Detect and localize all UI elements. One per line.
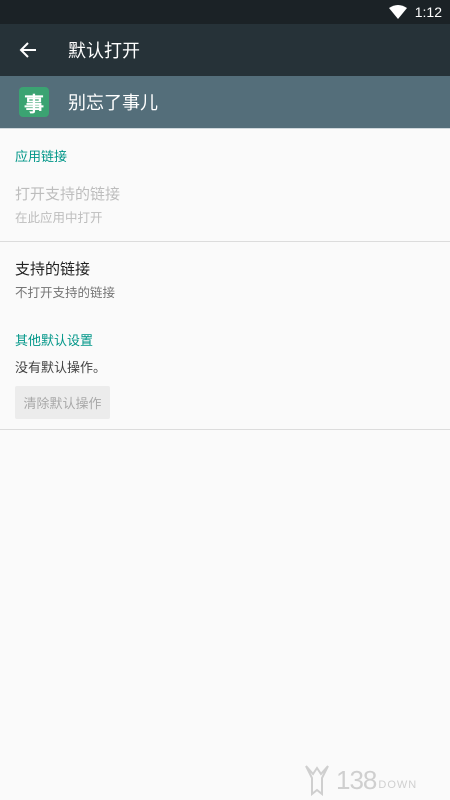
watermark-number: 138 (336, 764, 377, 795)
watermark-suffix: DOWN (378, 779, 418, 791)
pref-title: 支持的链接 (15, 260, 91, 278)
app-bar: 默认打开 (0, 24, 450, 76)
section-title-other-defaults: 其他默认设置 (15, 334, 94, 349)
page-title: 默认打开 (68, 41, 140, 62)
section-title-app-links: 应用链接 (15, 150, 68, 165)
pref-summary: 不打开支持的链接 (15, 285, 116, 300)
app-header: 事 别忘了事儿 (0, 76, 450, 129)
watermark-logo-icon (305, 765, 329, 796)
status-bar: 1:12 (0, 0, 450, 24)
wifi-icon (388, 5, 407, 19)
app-links-section: 应用链接 打开支持的链接 在此应用中打开 支持的链接 不打开支持的链接 (0, 129, 450, 317)
no-default-actions-text: 没有默认操作。 (15, 361, 107, 376)
open-supported-links-pref[interactable]: 打开支持的链接 在此应用中打开 (0, 165, 450, 241)
status-time: 1:12 (414, 4, 442, 20)
back-arrow-icon (19, 42, 36, 58)
supported-links-pref[interactable]: 支持的链接 不打开支持的链接 (0, 242, 450, 317)
watermark: 138 DOWN (300, 760, 450, 800)
divider (0, 429, 450, 430)
pref-title: 打开支持的链接 (15, 185, 121, 203)
app-icon: 事 (19, 87, 49, 117)
pref-summary: 在此应用中打开 (15, 210, 103, 225)
other-defaults-section: 其他默认设置 没有默认操作。 清除默认操作 (0, 317, 450, 429)
clear-defaults-button[interactable]: 清除默认操作 (15, 386, 110, 419)
back-button[interactable] (0, 24, 56, 76)
app-name: 别忘了事儿 (68, 93, 158, 114)
